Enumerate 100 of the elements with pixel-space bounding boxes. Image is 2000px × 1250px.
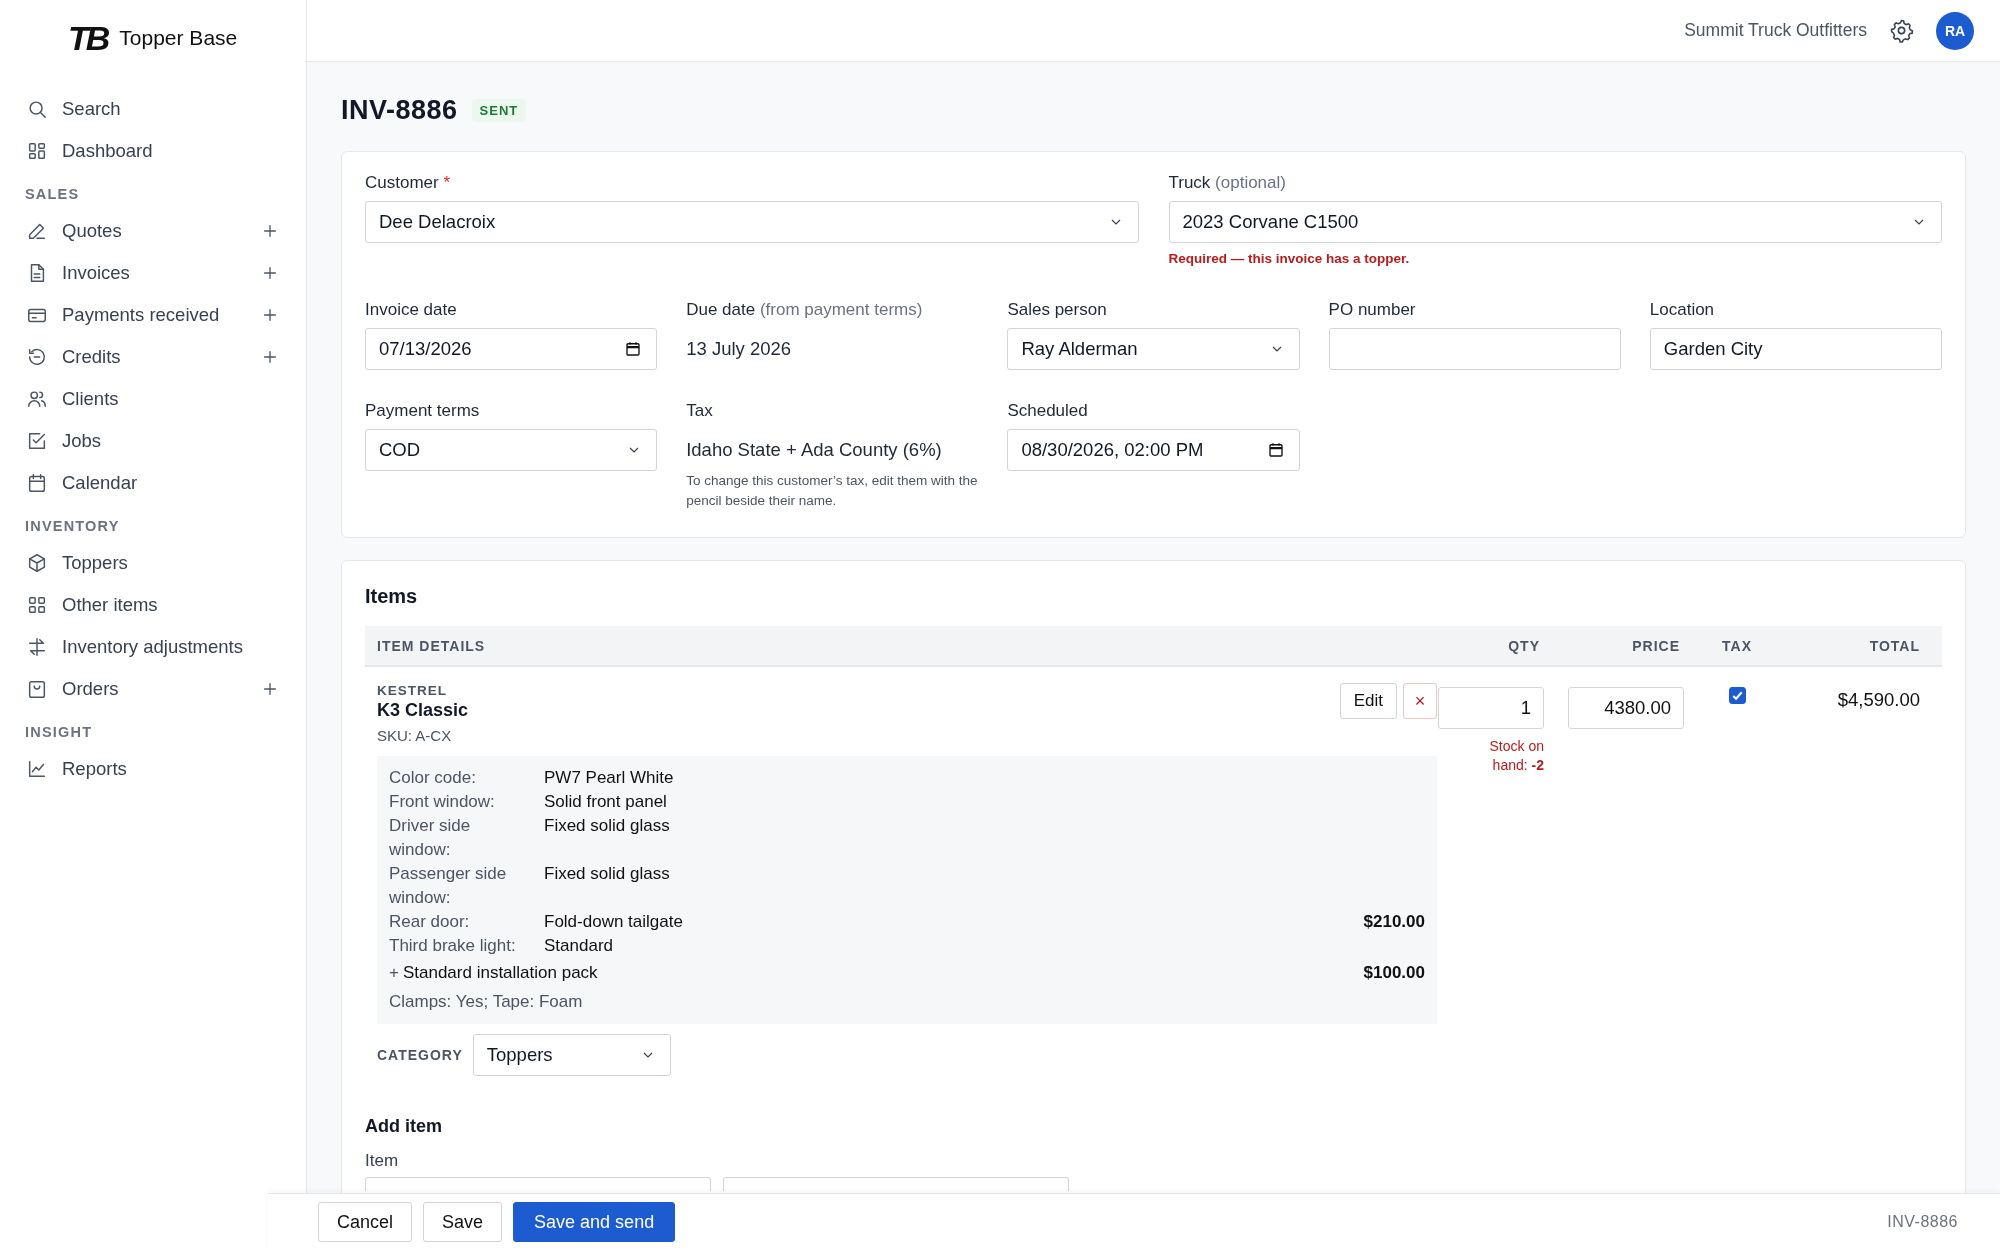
section-title: Items xyxy=(365,585,419,608)
field-label: Truck (optional) xyxy=(1168,173,1287,193)
column-header: ITEM DETAILS xyxy=(376,637,487,654)
column-header: PRICE xyxy=(1631,637,1681,654)
remove-button[interactable]: × xyxy=(1403,683,1437,719)
option-value: Solid front panel xyxy=(544,791,668,813)
sidebar-item[interactable]: Dashboard xyxy=(24,138,155,164)
item-name: K3 Classic xyxy=(377,700,469,721)
secondary-button[interactable]: Cancel xyxy=(318,1202,413,1242)
invoice-number: INV-8886 xyxy=(341,94,458,126)
help-text: To change this customer’s tax, edit them with the pencil beside their name. xyxy=(686,472,979,510)
dashboard-icon xyxy=(26,140,48,162)
sidebar-item[interactable]: Other items xyxy=(24,592,160,618)
error-message: Required — this invoice has a topper. xyxy=(1168,251,1411,266)
calendar-icon xyxy=(26,472,48,494)
field-label: Location xyxy=(1649,300,1716,320)
invoice-reference: INV-8886 xyxy=(1887,1213,1958,1231)
sidebar-item[interactable]: Inventory adjustments xyxy=(24,634,245,660)
sidebar-item[interactable]: Reports xyxy=(24,756,129,782)
line-total: $4,590.00 xyxy=(1837,689,1920,710)
option-label: Passenger side window: xyxy=(389,863,508,909)
field-label: Customer * xyxy=(365,173,452,193)
text-field[interactable]: Garden City xyxy=(1649,328,1942,370)
app-name: Topper Base xyxy=(119,26,238,50)
option-label: Color code: xyxy=(389,767,477,789)
field-label: Payment terms xyxy=(365,401,481,421)
people-icon xyxy=(26,388,48,410)
field-value: Idaho State + Ada County (6%) xyxy=(686,438,943,462)
select-field[interactable]: 2023 Corvane C1500 xyxy=(1168,201,1942,243)
option-label: Third brake light: xyxy=(389,935,517,957)
sidebar-item[interactable]: Search xyxy=(24,96,123,122)
plus-sign: + xyxy=(389,962,399,984)
column-header: QTY xyxy=(1507,637,1541,654)
grid-icon xyxy=(26,594,48,616)
select-field[interactable]: Ray Alderman xyxy=(1007,328,1300,370)
calendar-icon xyxy=(624,340,643,358)
avatar[interactable]: RA xyxy=(1936,11,1974,50)
field-label: Tax xyxy=(686,401,714,421)
arrows-icon xyxy=(26,636,48,658)
tax-checkbox[interactable] xyxy=(1728,687,1746,704)
price-field[interactable]: 4380.00 xyxy=(1568,687,1684,729)
sidebar-item[interactable]: Orders xyxy=(24,676,121,702)
section-heading: SALES xyxy=(24,185,81,204)
category-label: CATEGORY xyxy=(377,1047,463,1063)
section-heading: INSIGHT xyxy=(24,723,94,742)
option-value: Standard xyxy=(544,935,614,957)
field-label: PO number xyxy=(1328,300,1417,320)
primary-button[interactable]: Save and send xyxy=(513,1202,676,1242)
option-value: Fold-down tailgate xyxy=(544,911,684,933)
category-select[interactable]: Toppers xyxy=(472,1034,671,1076)
sidebar-item[interactable]: Quotes xyxy=(24,218,124,244)
search-icon xyxy=(26,98,48,120)
quantity-field[interactable]: 1 xyxy=(1438,687,1544,729)
select-field[interactable]: Dee Delacroix xyxy=(365,201,1139,243)
option-value: Fixed solid glass xyxy=(544,863,671,885)
settings-icon[interactable] xyxy=(1889,18,1914,43)
field-label: Scheduled xyxy=(1007,401,1089,421)
item-sku: SKU: A-CX xyxy=(377,727,453,744)
sidebar-item[interactable]: Credits xyxy=(24,344,123,370)
sidebar-item[interactable]: Clients xyxy=(24,386,121,412)
sidebar-item[interactable]: Invoices xyxy=(24,260,132,286)
field-label: Sales person xyxy=(1007,300,1108,320)
column-header: TAX xyxy=(1721,637,1753,654)
extra-name: Standard installation pack xyxy=(402,962,598,984)
text-field[interactable] xyxy=(1328,328,1621,370)
option-label: Front window: xyxy=(389,791,496,813)
date-field[interactable]: 08/30/2026, 02:00 PM xyxy=(1007,429,1300,471)
item-brand: KESTREL xyxy=(377,683,448,698)
field-label: Invoice date xyxy=(365,300,458,320)
status-badge: SENT xyxy=(471,98,527,122)
option-label: Driver side window: xyxy=(389,815,472,861)
checkbox-icon xyxy=(26,430,48,452)
column-header: TOTAL xyxy=(1868,637,1921,654)
option-note: Clamps: Yes; Tape: Foam xyxy=(389,991,584,1013)
sidebar-item[interactable]: Calendar xyxy=(24,470,140,496)
calendar-icon xyxy=(1266,441,1285,459)
option-value: Fixed solid glass xyxy=(544,815,671,837)
chart-icon xyxy=(26,758,48,780)
date-field[interactable]: 07/13/2026 xyxy=(365,328,658,370)
bag-icon xyxy=(26,678,48,700)
edit-button[interactable]: Edit xyxy=(1339,683,1397,719)
cube-icon xyxy=(26,552,48,574)
sidebar-item[interactable]: Payments received xyxy=(24,302,222,328)
history-icon xyxy=(26,346,48,368)
extra-price: $100.00 xyxy=(1363,962,1425,984)
section-title: Add item xyxy=(365,1116,443,1137)
option-label: Rear door: xyxy=(389,911,471,933)
stock-warning: Stock on hand: -2 xyxy=(1488,737,1544,775)
logo: TB xyxy=(68,18,108,58)
company-name: Summit Truck Outfitters xyxy=(1684,20,1867,41)
sidebar-item[interactable]: Jobs xyxy=(24,428,104,454)
field-label: Due date (from payment terms) xyxy=(686,300,924,320)
option-price: $210.00 xyxy=(1363,911,1425,933)
section-heading: INVENTORY xyxy=(24,517,121,536)
sidebar-item[interactable]: Toppers xyxy=(24,550,130,576)
secondary-button[interactable]: Save xyxy=(423,1202,503,1242)
select-field[interactable]: COD xyxy=(365,429,658,471)
field-label: Item xyxy=(365,1151,400,1171)
field-value: 13 July 2026 xyxy=(686,337,793,361)
option-value: PW7 Pearl White xyxy=(544,767,675,789)
